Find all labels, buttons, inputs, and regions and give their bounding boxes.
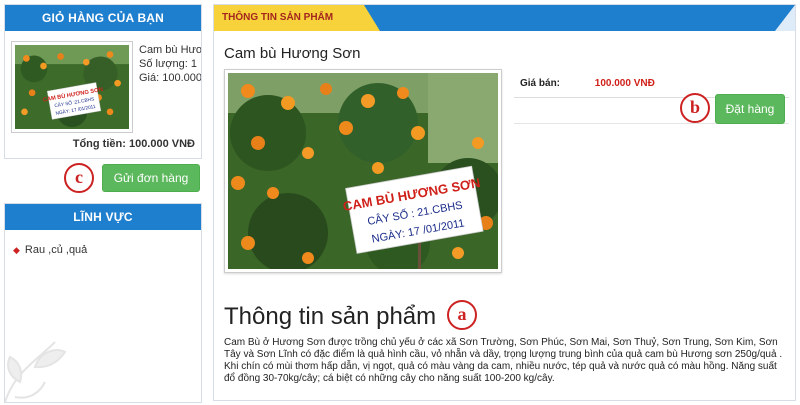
annotation-a: a <box>447 300 477 330</box>
annotation-b: b <box>680 93 710 123</box>
price-label: Giá bán: <box>520 78 561 89</box>
corner-fold-icon <box>775 5 795 31</box>
cart-item-name[interactable]: Cam bù Hươ <box>139 43 201 57</box>
field-header: LĨNH VỰC <box>5 204 201 230</box>
orange-tree-photo: CAM BÙ HƯƠNG SƠN CÂY SỐ : 21.CBHS NGÀY: … <box>228 73 498 269</box>
cart-total-value: 100.000 VNĐ <box>128 138 195 150</box>
cart-total: Tổng tiền: 100.000 VNĐ <box>73 138 195 150</box>
annotation-c: c <box>64 163 94 193</box>
product-image[interactable]: CAM BÙ HƯƠNG SƠN CÂY SỐ : 21.CBHS NGÀY: … <box>224 69 502 273</box>
cart-header: GIỎ HÀNG CỦA BẠN <box>5 5 201 31</box>
product-tab-bar: THÔNG TIN SẢN PHẨM <box>214 5 795 31</box>
order-button[interactable]: Đặt hàng <box>715 94 785 124</box>
price-value: 100.000 VNĐ <box>594 78 655 89</box>
product-panel: THÔNG TIN SẢN PHẨM Cam bù Hương Sơn CAM … <box>213 4 796 401</box>
send-order-button[interactable]: Gửi đơn hàng <box>102 164 200 192</box>
price-row: Giá bán: 100.000 VNĐ <box>520 78 655 89</box>
send-order-row: c Gửi đơn hàng <box>4 159 202 199</box>
product-name: Cam bù Hương Sơn <box>224 45 361 62</box>
bullet-icon: ◆ <box>13 245 20 255</box>
field-item-rau-cu-qua[interactable]: ◆ Rau ,củ ,quả <box>13 244 87 256</box>
field-panel: LĨNH VỰC ◆ Rau ,củ ,quả <box>4 203 202 403</box>
field-item-label: Rau ,củ ,quả <box>24 244 88 256</box>
cart-panel: GIỎ HÀNG CỦA BẠN CAM BÙ HƯƠNG SƠN CÂY SỐ… <box>4 4 202 159</box>
section-title: Thông tin sản phẩm <box>224 303 437 330</box>
left-column: GIỎ HÀNG CỦA BẠN CAM BÙ HƯƠNG SƠN CÂY SỐ… <box>4 4 202 403</box>
cart-item-quantity: Số lượng: 1 <box>139 58 197 70</box>
cart-item-info: Cam bù Hươ Số lượng: 1 Giá: 100.000 <box>139 43 202 85</box>
product-description: Cam Bù ở Hương Sơn được trồng chủ yếu ở … <box>224 337 783 384</box>
cart-total-label: Tổng tiền: <box>72 138 126 150</box>
floral-decoration-icon <box>5 341 67 402</box>
orange-tree-photo: CAM BÙ HƯƠNG SƠN CÂY SỐ :21.CBHS NGÀY: 1… <box>15 45 129 129</box>
cart-item-thumbnail[interactable]: CAM BÙ HƯƠNG SƠN CÂY SỐ :21.CBHS NGÀY: 1… <box>11 41 133 133</box>
cart-item-price: Giá: 100.000 <box>139 72 202 84</box>
tab-product-info[interactable]: THÔNG TIN SẢN PHẨM <box>214 5 380 31</box>
